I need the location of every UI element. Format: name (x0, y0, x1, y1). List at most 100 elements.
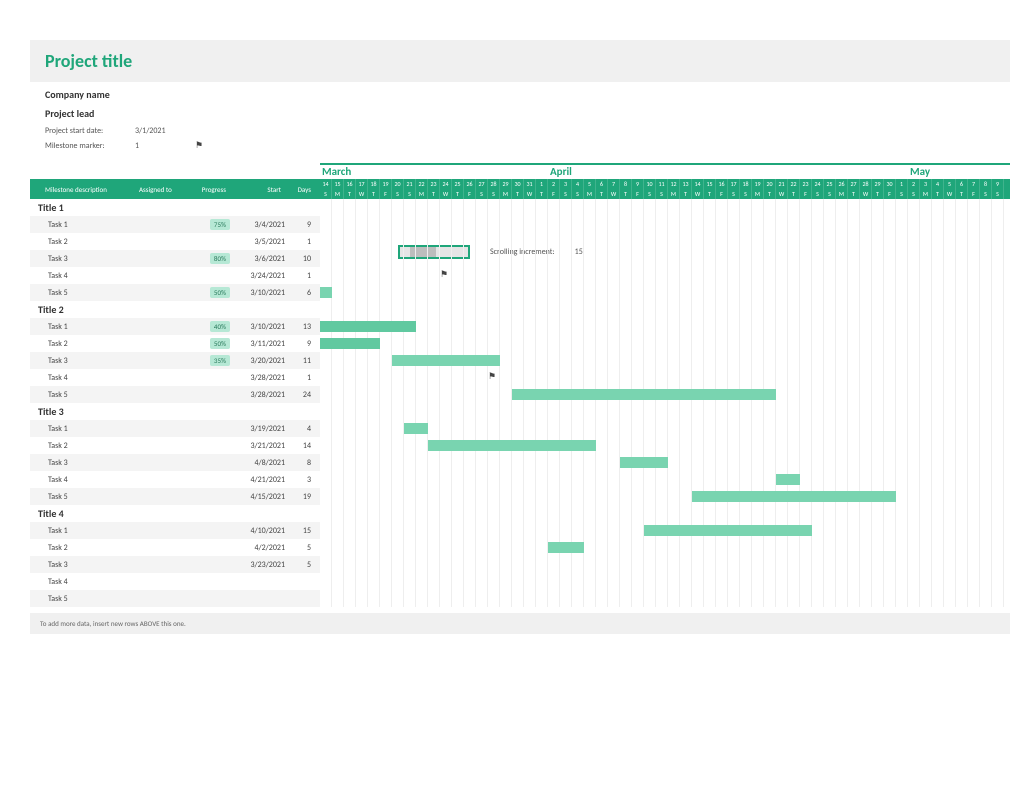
task-row[interactable]: Task 4 3/24/20211 (30, 267, 320, 284)
task-name[interactable]: Task 1 (30, 424, 135, 434)
task-name[interactable]: Task 2 (30, 543, 135, 553)
task-name[interactable]: Task 4 (30, 373, 135, 383)
task-row[interactable]: Task 4 (30, 573, 320, 590)
task-row[interactable]: Task 2 3/21/202114 (30, 437, 320, 454)
task-days[interactable]: 9 (285, 339, 319, 349)
section-title[interactable]: Title 3 (30, 403, 320, 420)
task-name[interactable]: Task 3 (30, 356, 135, 366)
task-progress[interactable]: 50% (190, 287, 230, 298)
task-name[interactable]: Task 1 (30, 220, 135, 230)
gantt-bar[interactable] (320, 287, 332, 298)
task-row[interactable]: Task 1 4/10/202115 (30, 522, 320, 539)
task-row[interactable]: Task 5 4/15/202119 (30, 488, 320, 505)
task-days[interactable]: 13 (285, 322, 319, 332)
task-days[interactable]: 9 (285, 220, 319, 230)
task-days[interactable]: 4 (285, 424, 319, 434)
gantt-bar[interactable] (320, 338, 380, 349)
task-row[interactable]: Task 3 80%3/6/202110 (30, 250, 320, 267)
section-title[interactable]: Title 1 (30, 199, 320, 216)
task-progress[interactable]: 75% (190, 219, 230, 230)
task-days[interactable]: 15 (285, 526, 319, 536)
task-row[interactable]: Task 33/23/20215 (30, 556, 320, 573)
task-name[interactable]: Task 5 (30, 288, 135, 298)
task-row[interactable]: Task 2 50%3/11/20219 (30, 335, 320, 352)
task-days[interactable]: 1 (285, 237, 319, 247)
task-name[interactable]: Task 5 (30, 594, 135, 604)
task-row[interactable]: Task 1 75%3/4/20219 (30, 216, 320, 233)
task-row[interactable]: Task 1 40%3/10/202113 (30, 318, 320, 335)
task-row[interactable]: Task 5 (30, 590, 320, 607)
task-start[interactable]: 3/10/2021 (230, 288, 285, 298)
task-name[interactable]: Task 3 (30, 458, 135, 468)
task-start[interactable]: 4/15/2021 (230, 492, 285, 502)
task-progress[interactable]: 80% (190, 253, 230, 264)
task-row[interactable]: Task 2 4/2/20215 (30, 539, 320, 556)
task-name[interactable]: Task 3 (30, 254, 135, 264)
gantt-bar[interactable] (776, 474, 800, 485)
task-start[interactable]: 4/21/2021 (230, 475, 285, 485)
task-start[interactable]: 3/4/2021 (230, 220, 285, 230)
task-start[interactable]: 3/28/2021 (230, 373, 285, 383)
task-start[interactable]: 3/28/2021 (230, 390, 285, 400)
task-row[interactable]: Task 335%3/20/202111 (30, 352, 320, 369)
gantt-bar[interactable] (512, 389, 776, 400)
gantt-bar[interactable] (320, 321, 416, 332)
start-date-value[interactable]: 3/1/2021 (135, 126, 175, 136)
task-name[interactable]: Task 2 (30, 441, 135, 451)
task-days[interactable]: 1 (285, 271, 319, 281)
task-name[interactable]: Task 2 (30, 339, 135, 349)
task-start[interactable]: 4/10/2021 (230, 526, 285, 536)
section-title[interactable]: Title 4 (30, 505, 320, 522)
task-start[interactable]: 3/20/2021 (230, 356, 285, 366)
task-days[interactable]: 10 (285, 254, 319, 264)
task-row[interactable]: Task 5 50%3/10/20216 (30, 284, 320, 301)
task-start[interactable]: 3/10/2021 (230, 322, 285, 332)
task-days[interactable]: 5 (285, 543, 319, 553)
task-days[interactable]: 24 (285, 390, 319, 400)
task-start[interactable]: 3/24/2021 (230, 271, 285, 281)
task-start[interactable]: 3/19/2021 (230, 424, 285, 434)
task-name[interactable]: Task 5 (30, 390, 135, 400)
task-name[interactable]: Task 5 (30, 492, 135, 502)
gantt-bar[interactable] (644, 525, 812, 536)
gantt-bar[interactable] (620, 457, 668, 468)
company-name[interactable]: Company name (30, 82, 1010, 101)
task-start[interactable]: 3/23/2021 (230, 560, 285, 570)
task-start[interactable]: 3/5/2021 (230, 237, 285, 247)
task-name[interactable]: Task 1 (30, 526, 135, 536)
task-days[interactable]: 1 (285, 373, 319, 383)
task-row[interactable]: Task 3 4/8/20218 (30, 454, 320, 471)
project-lead[interactable]: Project lead (30, 101, 1010, 120)
gantt-bar[interactable] (428, 440, 596, 451)
task-name[interactable]: Task 2 (30, 237, 135, 247)
task-progress[interactable]: 40% (190, 321, 230, 332)
task-row[interactable]: Task 5 3/28/202124 (30, 386, 320, 403)
section-title[interactable]: Title 2 (30, 301, 320, 318)
gantt-bar[interactable] (692, 491, 896, 502)
task-row[interactable]: Task 4 3/28/20211 (30, 369, 320, 386)
task-start[interactable]: 4/8/2021 (230, 458, 285, 468)
task-name[interactable]: Task 1 (30, 322, 135, 332)
gantt-bar[interactable] (404, 423, 428, 434)
task-name[interactable]: Task 4 (30, 475, 135, 485)
task-progress[interactable]: 50% (190, 338, 230, 349)
task-days[interactable]: 14 (285, 441, 319, 451)
task-row[interactable]: Task 1 3/19/20214 (30, 420, 320, 437)
task-name[interactable]: Task 4 (30, 577, 135, 587)
task-days[interactable]: 8 (285, 458, 319, 468)
task-days[interactable]: 3 (285, 475, 319, 485)
task-start[interactable]: 3/11/2021 (230, 339, 285, 349)
task-name[interactable]: Task 4 (30, 271, 135, 281)
task-start[interactable]: 3/6/2021 (230, 254, 285, 264)
task-start[interactable]: 4/2/2021 (230, 543, 285, 553)
gantt-bar[interactable] (392, 355, 500, 366)
task-days[interactable]: 19 (285, 492, 319, 502)
project-title[interactable]: Project title (45, 50, 995, 72)
task-name[interactable]: Task 3 (30, 560, 135, 570)
task-days[interactable]: 11 (285, 356, 319, 366)
gantt-bar[interactable] (548, 542, 584, 553)
milestone-value[interactable]: 1 (135, 141, 175, 151)
task-start[interactable]: 3/21/2021 (230, 441, 285, 451)
task-days[interactable]: 6 (285, 288, 319, 298)
task-row[interactable]: Task 4 4/21/20213 (30, 471, 320, 488)
